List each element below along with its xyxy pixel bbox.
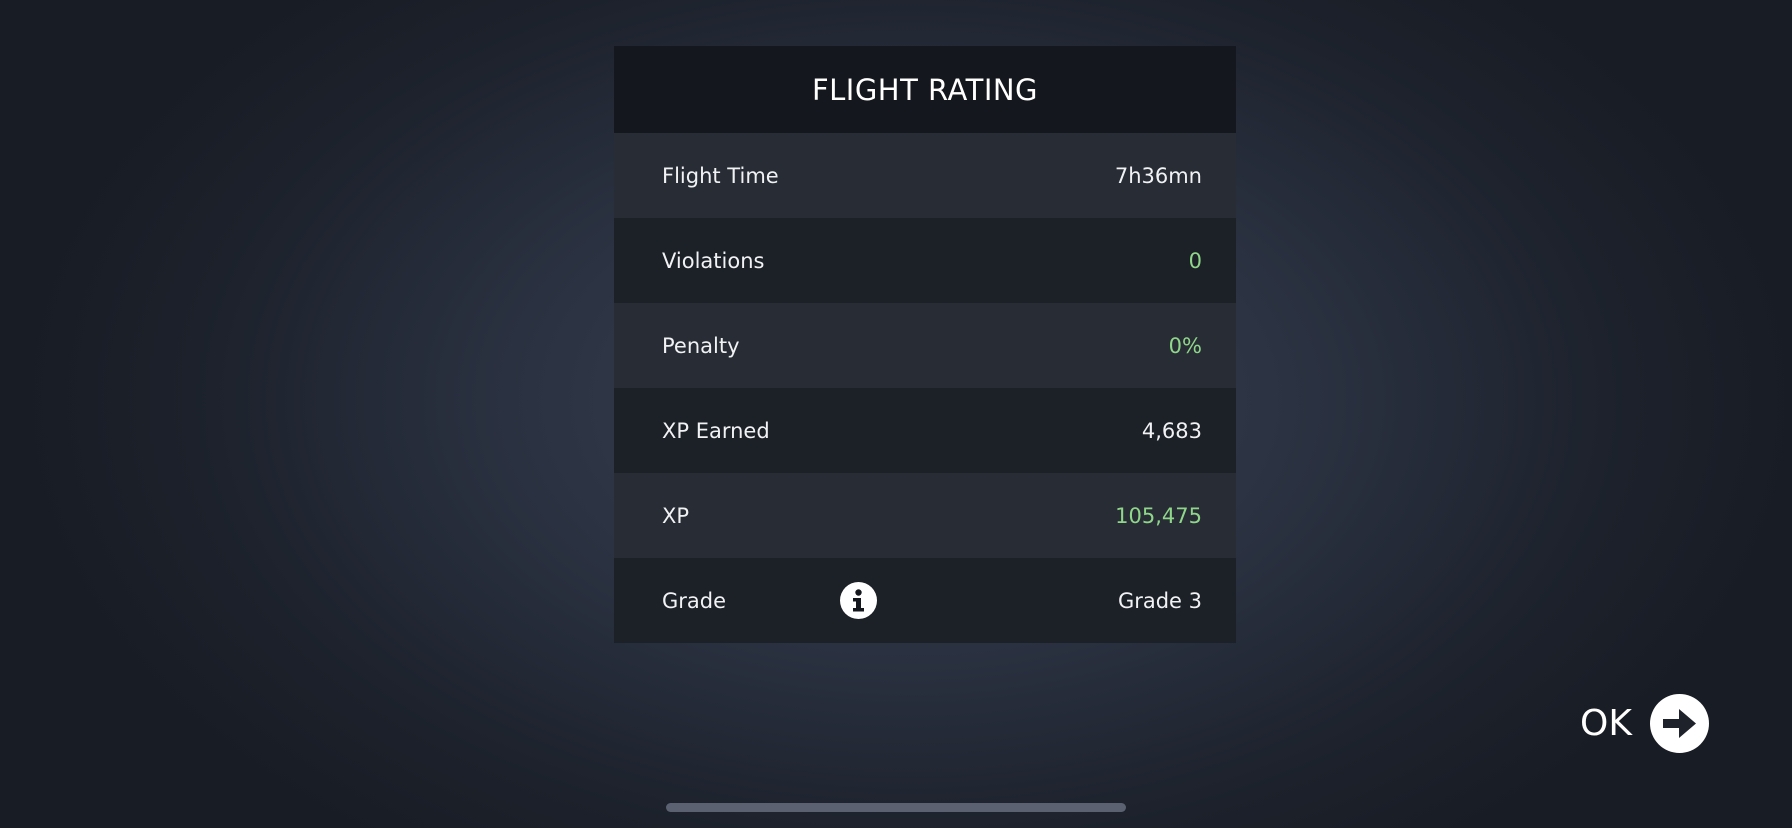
row-label: XP Earned: [662, 418, 770, 443]
row-value: 0: [1188, 248, 1202, 273]
row-xp: XP 105,475: [614, 473, 1236, 558]
row-value: 4,683: [1141, 418, 1202, 443]
row-value: Grade 3: [1117, 588, 1202, 613]
ok-button[interactable]: OK: [1580, 692, 1709, 754]
row-penalty: Penalty 0%: [614, 303, 1236, 388]
panel-title: FLIGHT RATING: [811, 72, 1039, 107]
flight-rating-panel: FLIGHT RATING Flight Time 7h36mn Violati…: [614, 46, 1236, 643]
row-value: 0%: [1168, 333, 1202, 358]
panel-header: FLIGHT RATING: [614, 46, 1236, 133]
home-indicator[interactable]: [666, 803, 1126, 812]
row-violations: Violations 0: [614, 218, 1236, 303]
row-label: Violations: [662, 248, 765, 273]
row-label: Flight Time: [662, 163, 779, 188]
row-label: Penalty: [662, 333, 740, 358]
row-grade: Grade Grade 3: [614, 558, 1236, 643]
info-icon[interactable]: [840, 582, 877, 619]
row-label: XP: [662, 503, 690, 528]
ok-label: OK: [1580, 702, 1632, 744]
row-label: Grade: [662, 588, 727, 613]
row-flight-time: Flight Time 7h36mn: [614, 133, 1236, 218]
row-value: 7h36mn: [1114, 163, 1202, 188]
row-value: 105,475: [1115, 503, 1202, 528]
arrow-right-icon[interactable]: [1649, 693, 1709, 753]
row-xp-earned: XP Earned 4,683: [614, 388, 1236, 473]
